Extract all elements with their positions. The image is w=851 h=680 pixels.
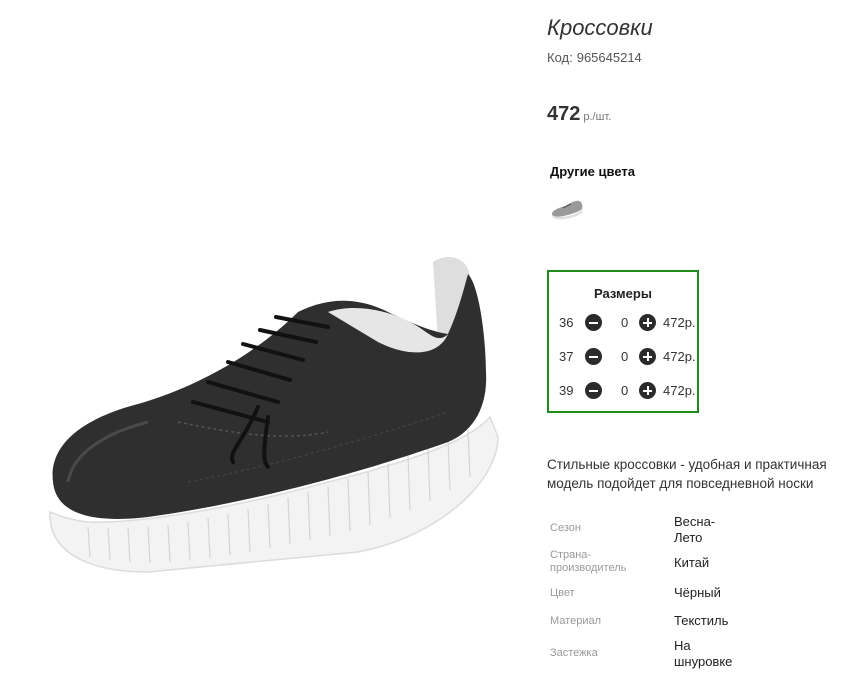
- product-price: 472 р./шт.: [547, 103, 611, 126]
- sneaker-grey-icon: [552, 200, 583, 220]
- size-price: 472р.: [663, 383, 696, 398]
- decrease-button[interactable]: [585, 314, 602, 331]
- product-description: Стильные кроссовки - удобная и практична…: [547, 457, 827, 491]
- size-price: 472р.: [663, 349, 696, 364]
- size-value: 36: [559, 315, 574, 330]
- property-value: Китай: [674, 555, 710, 570]
- size-value: 37: [559, 349, 574, 364]
- price-unit: р./шт.: [583, 111, 612, 123]
- sizes-title: Размеры: [594, 286, 652, 301]
- property-value: На шнуровке: [674, 638, 733, 669]
- increase-button[interactable]: [639, 348, 656, 365]
- size-value: 39: [559, 383, 574, 398]
- other-colors-title: Другие цвета: [550, 164, 635, 179]
- product-code: Код: 965645214: [547, 50, 642, 65]
- product-title: Кроссовки: [547, 15, 653, 40]
- decrease-button[interactable]: [585, 382, 602, 399]
- quantity-value: 0: [621, 349, 629, 364]
- property-value: Чёрный: [674, 585, 721, 600]
- size-price: 472р.: [663, 315, 696, 330]
- decrease-button[interactable]: [585, 348, 602, 365]
- size-row: 36 0 472р.: [559, 313, 699, 333]
- quantity-value: 0: [621, 383, 629, 398]
- product-code-value: 965645214: [576, 50, 642, 65]
- property-label: Материал: [550, 615, 601, 627]
- size-row: 39 0 472р.: [559, 381, 699, 401]
- increase-button[interactable]: [639, 314, 656, 331]
- product-code-label: Код:: [547, 50, 573, 65]
- product-image[interactable]: [28, 12, 502, 612]
- price-value: 472: [547, 103, 581, 125]
- size-row: 37 0 472р.: [559, 347, 699, 367]
- sizes-panel: Размеры 36 0 472р. 37 0 472р. 39 0 472р.: [547, 270, 699, 413]
- property-label: Страна- производитель: [550, 549, 627, 574]
- color-variant-thumbnail[interactable]: [549, 194, 585, 224]
- property-label: Сезон: [550, 522, 581, 534]
- property-label: Цвет: [550, 587, 575, 599]
- property-label: Застежка: [550, 647, 598, 659]
- property-value: Весна- Лето: [674, 514, 716, 545]
- property-value: Текстиль: [674, 613, 729, 628]
- increase-button[interactable]: [639, 382, 656, 399]
- sneaker-image: [49, 257, 499, 573]
- quantity-value: 0: [621, 315, 629, 330]
